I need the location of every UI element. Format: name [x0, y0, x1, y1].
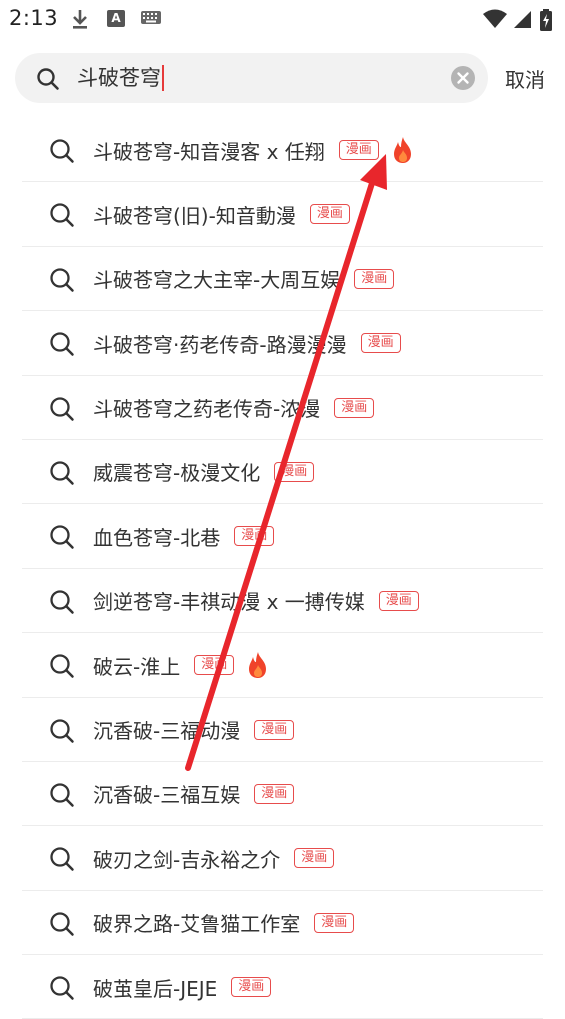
status-time: 2:13 — [9, 6, 59, 30]
category-tag: 漫画 — [360, 333, 401, 354]
category-tag: 漫画 — [334, 397, 375, 418]
cancel-button[interactable]: 取消 — [505, 64, 545, 93]
suggestion-item[interactable]: 斗破苍穹之大主宰-大周互娱 漫画 — [0, 247, 565, 312]
search-icon — [49, 653, 75, 683]
suggestion-item[interactable]: 沉香破-三福互娱 漫画 — [0, 762, 565, 827]
suggestion-text: 剑逆苍穹-丰祺动漫 x 一搏传媒 — [93, 590, 365, 615]
search-input[interactable]: 斗破苍穹 — [77, 65, 164, 91]
suggestion-text: 血色苍穹-北巷 — [93, 525, 221, 550]
search-icon — [49, 782, 75, 812]
category-tag: 漫画 — [309, 204, 350, 225]
wifi-icon — [483, 9, 507, 28]
download-icon — [73, 10, 87, 29]
suggestion-text: 沉香破-三福互娱 — [93, 783, 241, 808]
category-tag: 漫画 — [234, 526, 275, 547]
suggestion-text: 沉香破-三福动漫 — [93, 719, 241, 744]
suggestion-item[interactable]: 威震苍穹-极漫文化 漫画 — [0, 440, 565, 505]
text-caret — [162, 65, 164, 91]
clear-icon[interactable] — [451, 66, 475, 90]
search-icon — [49, 524, 75, 554]
search-icon — [49, 846, 75, 876]
suggestion-item[interactable]: 破茧皇后-JEJE 漫画 — [0, 955, 565, 1019]
fire-icon — [391, 136, 415, 164]
suggestion-item[interactable]: 斗破苍穹之药老传奇-浓漫 漫画 — [0, 376, 565, 441]
suggestion-text: 破界之路-艾鲁猫工作室 — [93, 912, 301, 937]
suggestion-item[interactable]: 斗破苍穹·药老传奇-路漫漫漫 漫画 — [0, 311, 565, 376]
status-bar: 2:13 A — [0, 0, 565, 38]
search-icon — [49, 138, 75, 168]
suggestion-list: 斗破苍穹-知音漫客 x 任翔 漫画 斗破苍穹(旧)-知音動漫 漫画 斗破苍穹之大主宰-大… — [0, 118, 565, 1019]
suggestion-text: 斗破苍穹之大主宰-大周互娱 — [93, 268, 341, 293]
category-tag: 漫画 — [231, 977, 272, 998]
suggestion-item[interactable]: 斗破苍穹-知音漫客 x 任翔 漫画 — [0, 118, 565, 183]
search-icon — [49, 267, 75, 297]
search-icon — [37, 68, 59, 90]
category-tag: 漫画 — [294, 848, 335, 869]
category-tag: 漫画 — [378, 590, 419, 611]
suggestion-item[interactable]: 破刃之剑-吉永裕之介 漫画 — [0, 826, 565, 892]
category-tag: 漫画 — [314, 912, 355, 933]
suggestion-item[interactable]: 血色苍穹-北巷 漫画 — [0, 504, 565, 570]
search-icon — [49, 331, 75, 361]
keyboard-icon — [141, 11, 161, 24]
battery-charging-icon — [540, 9, 552, 31]
suggestion-item[interactable]: 破云-淮上 漫画 — [0, 633, 565, 698]
search-icon — [49, 718, 75, 748]
suggestion-text: 威震苍穹-极漫文化 — [93, 461, 261, 486]
suggestion-text: 斗破苍穹·药老传奇-路漫漫漫 — [93, 332, 347, 357]
search-icon — [49, 396, 75, 426]
suggestion-text: 破刃之剑-吉永裕之介 — [93, 847, 281, 872]
search-query: 斗破苍穹 — [77, 66, 161, 90]
signal-icon — [514, 11, 531, 28]
category-tag: 漫画 — [354, 268, 395, 289]
category-tag: 漫画 — [274, 461, 315, 482]
suggestion-text: 斗破苍穹之药老传奇-浓漫 — [93, 397, 321, 422]
search-icon — [49, 975, 75, 1005]
search-icon — [49, 911, 75, 941]
search-icon — [49, 202, 75, 232]
suggestion-text: 斗破苍穹(旧)-知音動漫 — [93, 203, 296, 228]
suggestion-item[interactable]: 沉香破-三福动漫 漫画 — [0, 698, 565, 763]
search-icon — [49, 460, 75, 490]
suggestion-text: 斗破苍穹-知音漫客 x 任翔 — [93, 139, 325, 164]
suggestion-text: 破茧皇后-JEJE — [93, 976, 218, 1001]
category-tag: 漫画 — [194, 655, 235, 676]
category-tag: 漫画 — [254, 783, 295, 804]
category-tag: 漫画 — [254, 719, 295, 740]
category-tag: 漫画 — [338, 140, 379, 160]
search-box[interactable]: 斗破苍穹 — [15, 53, 488, 103]
search-icon — [49, 589, 75, 619]
fire-icon — [246, 651, 270, 679]
suggestion-item[interactable]: 破界之路-艾鲁猫工作室 漫画 — [0, 891, 565, 956]
font-app-icon: A — [107, 10, 125, 27]
suggestion-item[interactable]: 剑逆苍穹-丰祺动漫 x 一搏传媒 漫画 — [0, 569, 565, 634]
suggestion-text: 破云-淮上 — [93, 654, 181, 679]
suggestion-item[interactable]: 斗破苍穹(旧)-知音動漫 漫画 — [0, 182, 565, 248]
